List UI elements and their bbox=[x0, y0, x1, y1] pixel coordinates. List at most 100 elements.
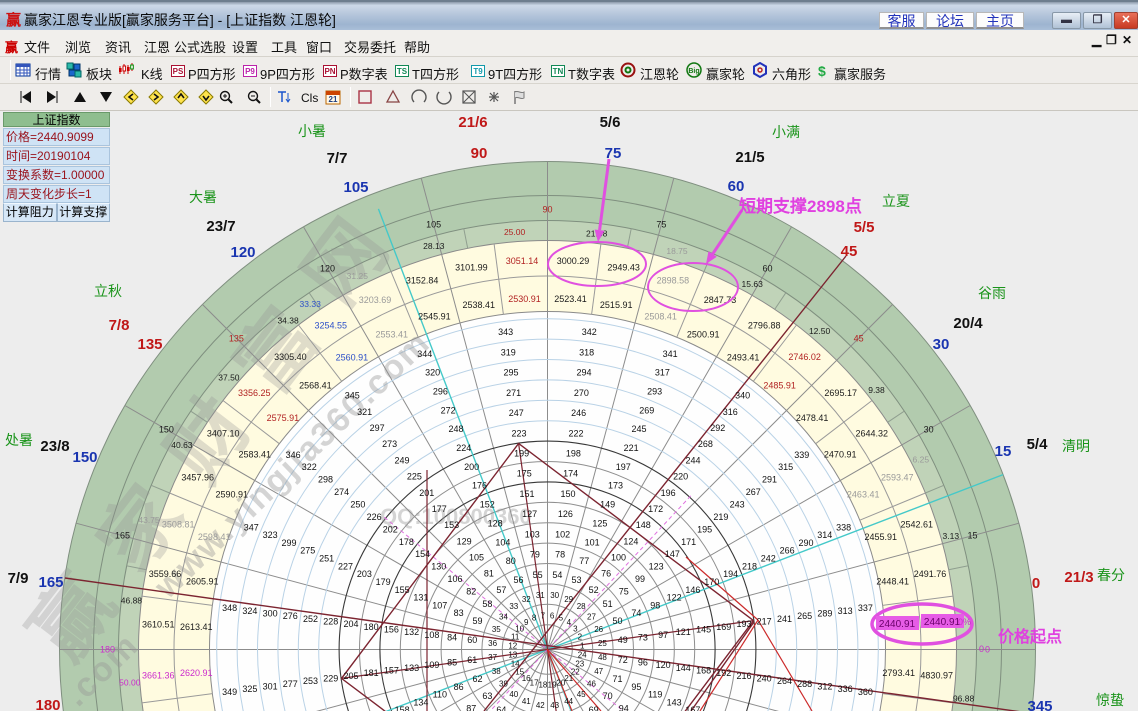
svg-text:295: 295 bbox=[503, 368, 518, 378]
svg-text:2949.43: 2949.43 bbox=[607, 263, 640, 273]
svg-text:101: 101 bbox=[585, 537, 600, 547]
svg-text:53: 53 bbox=[571, 575, 581, 585]
svg-text:343: 343 bbox=[498, 327, 513, 337]
svg-text:90: 90 bbox=[542, 205, 552, 215]
svg-text:105: 105 bbox=[426, 220, 441, 230]
svg-text:222: 222 bbox=[568, 428, 583, 438]
svg-text:165: 165 bbox=[115, 531, 130, 541]
svg-text:242: 242 bbox=[761, 554, 776, 564]
svg-text:2538.41: 2538.41 bbox=[463, 300, 496, 310]
svg-text:57: 57 bbox=[496, 585, 506, 595]
svg-text:2898.58: 2898.58 bbox=[657, 276, 690, 286]
svg-text:219: 219 bbox=[713, 512, 728, 522]
svg-text:26: 26 bbox=[594, 625, 603, 634]
svg-text:5/6: 5/6 bbox=[600, 114, 621, 131]
svg-text:3356.25: 3356.25 bbox=[238, 388, 271, 398]
svg-text:252: 252 bbox=[303, 614, 318, 624]
svg-text:96.88: 96.88 bbox=[953, 694, 975, 704]
svg-text:3: 3 bbox=[573, 625, 578, 634]
svg-text:73: 73 bbox=[638, 632, 648, 642]
svg-text:250: 250 bbox=[350, 500, 365, 510]
svg-text:120: 120 bbox=[320, 263, 335, 273]
svg-text:123: 123 bbox=[649, 562, 664, 572]
svg-text:12.50: 12.50 bbox=[809, 326, 831, 336]
svg-text:2542.61: 2542.61 bbox=[901, 520, 934, 530]
svg-text:344: 344 bbox=[417, 349, 432, 359]
svg-text:294: 294 bbox=[576, 368, 591, 378]
svg-text:84: 84 bbox=[447, 632, 457, 642]
svg-text:2568.41: 2568.41 bbox=[299, 380, 332, 390]
svg-text:7: 7 bbox=[541, 611, 546, 620]
svg-text:150: 150 bbox=[159, 425, 174, 435]
svg-text:243: 243 bbox=[730, 500, 745, 510]
svg-text:38: 38 bbox=[492, 667, 501, 676]
svg-text:2598.41: 2598.41 bbox=[198, 532, 231, 542]
svg-text:342: 342 bbox=[582, 327, 597, 337]
svg-text:惊蛰: 惊蛰 bbox=[1096, 692, 1124, 708]
svg-text:82: 82 bbox=[466, 586, 476, 596]
svg-text:325: 325 bbox=[242, 684, 257, 694]
svg-text:62: 62 bbox=[472, 674, 482, 684]
svg-text:2440.91: 2440.91 bbox=[879, 619, 916, 630]
svg-text:120: 120 bbox=[230, 244, 255, 261]
svg-text:173: 173 bbox=[608, 481, 623, 491]
svg-text:37: 37 bbox=[488, 653, 497, 662]
svg-text:2440.91: 2440.91 bbox=[924, 617, 961, 628]
svg-text:124: 124 bbox=[623, 536, 638, 546]
svg-text:2463.41: 2463.41 bbox=[847, 489, 880, 499]
svg-text:81: 81 bbox=[484, 569, 494, 579]
svg-text:345: 345 bbox=[1027, 698, 1052, 711]
svg-text:315: 315 bbox=[778, 462, 793, 472]
svg-text:7/9: 7/9 bbox=[8, 570, 29, 587]
svg-text:13: 13 bbox=[508, 651, 517, 660]
svg-text:147: 147 bbox=[665, 549, 680, 559]
svg-text:200: 200 bbox=[464, 462, 479, 472]
svg-text:3051.14: 3051.14 bbox=[506, 256, 539, 266]
svg-text:28: 28 bbox=[577, 602, 586, 611]
svg-text:322: 322 bbox=[302, 462, 317, 472]
svg-text:小暑: 小暑 bbox=[298, 123, 326, 139]
svg-text:87: 87 bbox=[466, 704, 476, 711]
svg-text:296: 296 bbox=[433, 387, 448, 397]
svg-text:33.33: 33.33 bbox=[300, 299, 322, 309]
svg-text:107: 107 bbox=[432, 600, 447, 610]
svg-text:272: 272 bbox=[441, 405, 456, 415]
svg-text:29: 29 bbox=[564, 595, 573, 604]
svg-text:0: 0 bbox=[979, 644, 984, 654]
svg-text:108: 108 bbox=[424, 630, 439, 640]
svg-text:24: 24 bbox=[578, 651, 587, 660]
svg-text:348: 348 bbox=[222, 603, 237, 613]
svg-text:2523.41: 2523.41 bbox=[554, 294, 587, 304]
svg-text:135: 135 bbox=[137, 336, 162, 353]
svg-text:2590.91: 2590.91 bbox=[216, 489, 249, 499]
svg-text:3610.51: 3610.51 bbox=[142, 620, 175, 630]
svg-text:249: 249 bbox=[394, 455, 409, 465]
svg-text:99: 99 bbox=[635, 574, 645, 584]
svg-text:225: 225 bbox=[407, 472, 422, 482]
svg-text:301: 301 bbox=[263, 682, 278, 692]
svg-text:2491.76: 2491.76 bbox=[914, 569, 947, 579]
svg-text:48: 48 bbox=[598, 653, 607, 662]
svg-text:15: 15 bbox=[967, 531, 977, 541]
svg-text:3101.99: 3101.99 bbox=[455, 263, 488, 273]
svg-text:180: 180 bbox=[35, 697, 60, 711]
svg-text:337: 337 bbox=[858, 603, 873, 613]
svg-text:131: 131 bbox=[413, 593, 428, 603]
svg-text:3.13: 3.13 bbox=[943, 531, 960, 541]
svg-text:264: 264 bbox=[777, 676, 792, 686]
svg-text:323: 323 bbox=[263, 530, 278, 540]
svg-text:31: 31 bbox=[536, 591, 545, 600]
svg-text:168: 168 bbox=[696, 666, 711, 676]
svg-text:94: 94 bbox=[619, 704, 629, 711]
svg-text:267: 267 bbox=[746, 487, 761, 497]
svg-text:2793.41: 2793.41 bbox=[882, 668, 915, 678]
svg-text:3305.40: 3305.40 bbox=[274, 352, 307, 362]
svg-text:155: 155 bbox=[395, 585, 410, 595]
svg-text:274: 274 bbox=[334, 487, 349, 497]
svg-text:7/7: 7/7 bbox=[327, 150, 348, 167]
svg-text:340: 340 bbox=[735, 391, 750, 401]
svg-text:150: 150 bbox=[72, 449, 97, 466]
svg-text:3203.69: 3203.69 bbox=[359, 295, 392, 305]
svg-text:2583.41: 2583.41 bbox=[239, 449, 272, 459]
svg-text:314: 314 bbox=[817, 530, 832, 540]
